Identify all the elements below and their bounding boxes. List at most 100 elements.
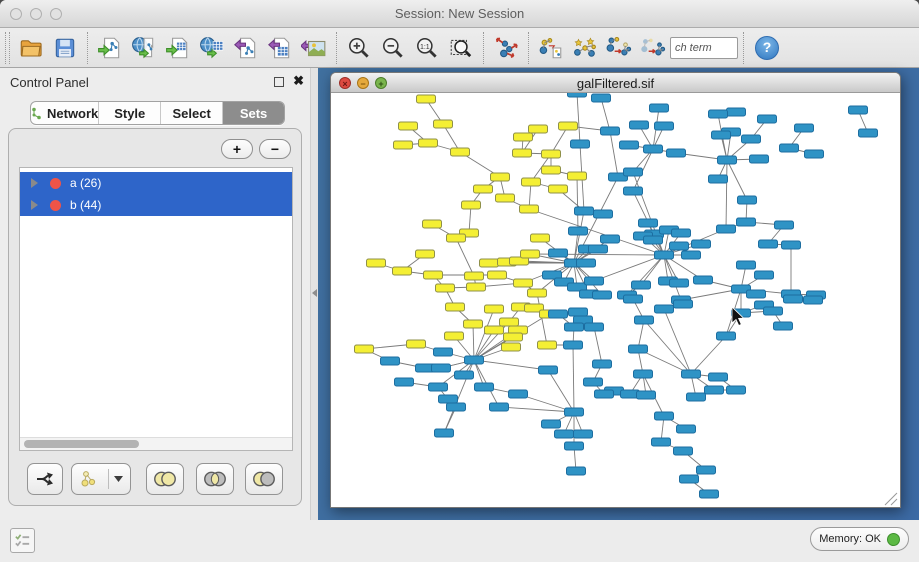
graph-node-blue[interactable] (620, 141, 639, 149)
graph-node-blue[interactable] (632, 281, 651, 289)
tab-style[interactable]: Style (99, 102, 161, 124)
graph-node-blue[interactable] (712, 131, 731, 139)
graph-node-blue[interactable] (849, 106, 868, 114)
graph-node-blue[interactable] (589, 245, 608, 253)
search-input[interactable] (670, 37, 738, 59)
collapse-panel-icon[interactable] (312, 289, 317, 297)
graph-node-yellow[interactable] (465, 272, 484, 280)
zoom-actual-size-button[interactable]: 1:1 (410, 31, 444, 65)
tab-select[interactable]: Select (161, 102, 223, 124)
graph-node-yellow[interactable] (520, 205, 539, 213)
difference-sets-button[interactable] (245, 463, 283, 495)
graph-node-blue[interactable] (718, 156, 737, 164)
graph-node-yellow[interactable] (464, 320, 483, 328)
graph-node-yellow[interactable] (559, 122, 578, 130)
graph-node-blue[interactable] (475, 383, 494, 391)
graph-node-blue[interactable] (750, 155, 769, 163)
graph-node-blue[interactable] (555, 430, 574, 438)
graph-node-blue[interactable] (670, 242, 689, 250)
graph-node-blue[interactable] (737, 218, 756, 226)
graph-node-yellow[interactable] (542, 150, 561, 158)
graph-node-blue[interactable] (774, 322, 793, 330)
memory-status-button[interactable]: Memory: OK (810, 527, 909, 551)
graph-node-blue[interactable] (742, 135, 761, 143)
graph-node-blue[interactable] (709, 373, 728, 381)
graph-node-blue[interactable] (677, 425, 696, 433)
graph-node-blue[interactable] (682, 370, 701, 378)
graph-node-blue[interactable] (439, 395, 458, 403)
graph-node-blue[interactable] (455, 371, 474, 379)
graph-node-yellow[interactable] (522, 178, 541, 186)
graph-node-blue[interactable] (465, 356, 484, 364)
graph-node-blue[interactable] (585, 277, 604, 285)
graph-node-yellow[interactable] (504, 333, 523, 341)
graph-node-yellow[interactable] (528, 289, 547, 297)
graph-node-blue[interactable] (670, 279, 689, 287)
graph-node-blue[interactable] (637, 391, 656, 399)
graph-node-blue[interactable] (594, 210, 613, 218)
graph-node-blue[interactable] (569, 227, 588, 235)
graph-node-blue[interactable] (795, 124, 814, 132)
remove-set-button[interactable]: − (259, 139, 291, 159)
new-network-from-collection-button[interactable] (636, 31, 670, 65)
graph-node-blue[interactable] (624, 168, 643, 176)
add-set-button[interactable]: + (221, 139, 253, 159)
resize-grip-icon[interactable] (885, 493, 897, 505)
graph-node-blue[interactable] (697, 466, 716, 474)
graph-node-yellow[interactable] (416, 250, 435, 258)
graph-edge[interactable] (644, 320, 691, 374)
save-session-button[interactable] (48, 31, 82, 65)
graph-node-blue[interactable] (780, 144, 799, 152)
set-row-b[interactable]: b (44) (20, 194, 292, 216)
graph-node-blue[interactable] (564, 341, 583, 349)
graph-node-yellow[interactable] (451, 148, 470, 156)
graph-node-blue[interactable] (381, 357, 400, 365)
graph-node-blue[interactable] (804, 296, 823, 304)
graph-node-blue[interactable] (758, 115, 777, 123)
network-canvas[interactable] (331, 93, 900, 507)
graph-node-blue[interactable] (568, 93, 587, 97)
graph-node-blue[interactable] (565, 442, 584, 450)
graph-node-yellow[interactable] (407, 340, 426, 348)
graph-node-yellow[interactable] (355, 345, 374, 353)
close-panel-icon[interactable]: ✖ (293, 73, 304, 89)
graph-node-yellow[interactable] (500, 318, 519, 326)
graph-node-yellow[interactable] (434, 120, 453, 128)
help-button[interactable]: ? (755, 36, 779, 60)
graph-edge[interactable] (691, 336, 726, 374)
graph-node-yellow[interactable] (474, 185, 493, 193)
graph-node-yellow[interactable] (419, 139, 438, 147)
graph-node-blue[interactable] (692, 240, 711, 248)
graph-node-yellow[interactable] (367, 259, 386, 267)
graph-node-yellow[interactable] (399, 122, 418, 130)
graph-node-blue[interactable] (432, 364, 451, 372)
graph-node-blue[interactable] (674, 300, 693, 308)
graph-node-yellow[interactable] (423, 220, 442, 228)
graph-edge[interactable] (594, 327, 602, 364)
graph-node-blue[interactable] (727, 386, 746, 394)
graph-node-yellow[interactable] (529, 125, 548, 133)
graph-node-yellow[interactable] (568, 172, 587, 180)
graph-node-blue[interactable] (539, 366, 558, 374)
graph-node-blue[interactable] (567, 467, 586, 475)
graph-node-blue[interactable] (565, 408, 584, 416)
graph-node-blue[interactable] (655, 412, 674, 420)
export-image-button[interactable] (297, 31, 331, 65)
graph-node-blue[interactable] (565, 323, 584, 331)
graph-node-blue[interactable] (759, 240, 778, 248)
graph-node-yellow[interactable] (480, 259, 499, 267)
graph-node-blue[interactable] (593, 291, 612, 299)
graph-node-blue[interactable] (577, 259, 596, 267)
graph-node-blue[interactable] (652, 438, 671, 446)
graph-node-blue[interactable] (805, 150, 824, 158)
graph-edge[interactable] (664, 309, 691, 374)
import-table-file-button[interactable] (161, 31, 195, 65)
graph-node-yellow[interactable] (514, 279, 533, 287)
graph-node-blue[interactable] (672, 229, 691, 237)
tab-network[interactable]: Network (31, 102, 99, 124)
graph-node-blue[interactable] (639, 219, 658, 227)
intersect-sets-button[interactable] (196, 463, 234, 495)
export-network-button[interactable] (229, 31, 263, 65)
graph-node-blue[interactable] (655, 305, 674, 313)
graph-node-blue[interactable] (429, 383, 448, 391)
